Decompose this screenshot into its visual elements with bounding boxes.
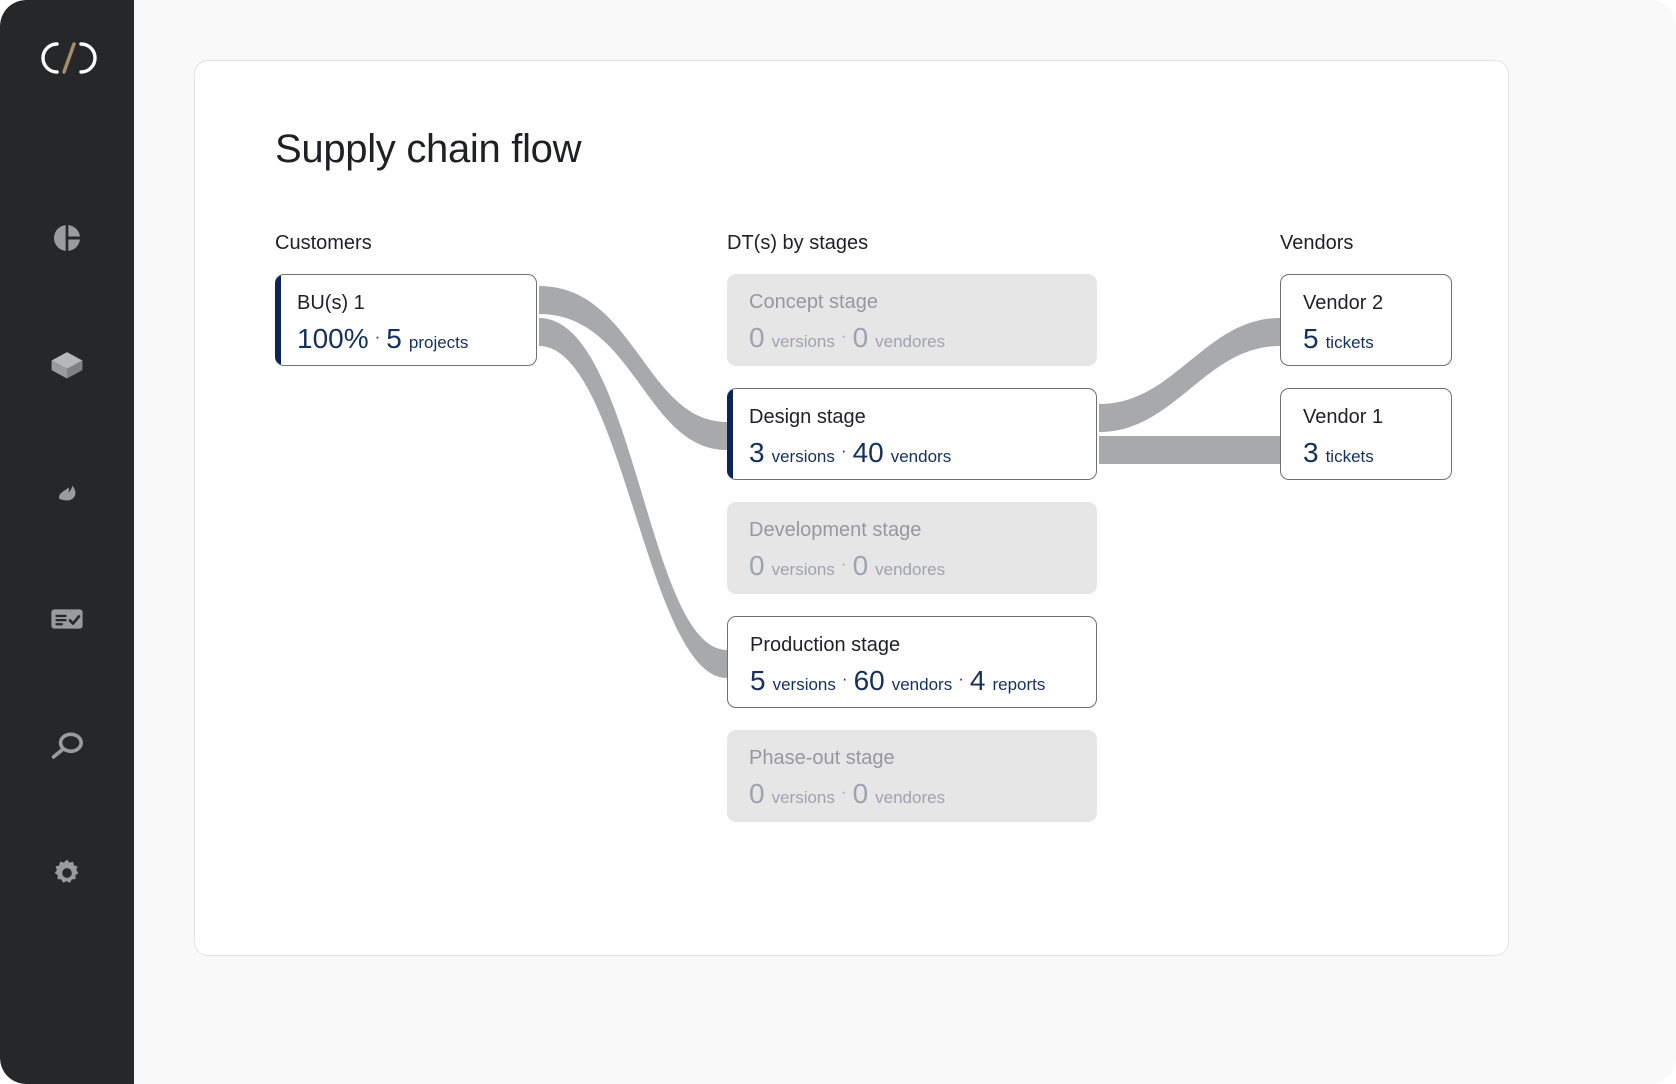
ribbon-bu1-to-production <box>539 318 727 678</box>
metric-label: tickets <box>1325 447 1374 466</box>
card-title: Vendor 2 <box>1303 292 1384 314</box>
metric-value: 5 <box>386 323 402 354</box>
stage-card-design[interactable]: Design stage 3 versions · 40 vendors <box>727 388 1097 480</box>
brand-logo[interactable] <box>31 30 103 86</box>
pie-chart-icon <box>50 221 84 255</box>
app-window: Supply chain flow Customers DT(s) by sta… <box>0 0 1676 1084</box>
ribbon-design-to-vendor2 <box>1099 318 1280 432</box>
metric-label: vendores <box>875 560 946 579</box>
box-3d-icon <box>49 348 85 382</box>
metric-separator: · <box>958 669 964 688</box>
column-header-vendors: Vendors <box>1280 232 1354 254</box>
metric-value: 0 <box>852 550 869 581</box>
card-title: Vendor 1 <box>1303 406 1384 428</box>
sidebar-item-trends[interactable] <box>28 428 106 555</box>
metric-value: 3 <box>1303 437 1319 468</box>
metric-label: tickets <box>1325 333 1374 352</box>
ribbon-design-to-vendor1 <box>1099 436 1280 464</box>
sidebar-item-settings[interactable] <box>28 809 106 936</box>
metric-label: versions <box>771 560 835 579</box>
metric-separator: · <box>840 326 847 345</box>
card-title: BU(s) 1 <box>297 292 365 314</box>
metric-separator: · <box>840 554 847 573</box>
metric-label: vendores <box>875 788 946 807</box>
search-icon <box>49 729 85 763</box>
metric-value: 60 <box>853 665 885 696</box>
card-metrics: 0 versions · 0 vendores <box>749 322 1077 354</box>
card-metrics: 0 versions · 0 vendores <box>749 550 1077 582</box>
metric-value: 0 <box>749 322 765 353</box>
card-title: Phase-out stage <box>749 747 895 769</box>
metric-label: vendors <box>891 675 953 694</box>
card-title: Design stage <box>749 406 866 428</box>
card-title: Development stage <box>749 519 922 541</box>
metric-separator: · <box>840 441 847 460</box>
card-metrics: 5 versions · 60 vendors · 4 reports <box>750 665 1076 697</box>
metric-value: 0 <box>852 322 869 353</box>
metric-value: 0 <box>749 778 765 809</box>
stage-card-concept: Concept stage 0 versions · 0 vendores <box>727 274 1097 366</box>
sidebar-item-search[interactable] <box>28 682 106 809</box>
metric-label: versions <box>772 675 836 694</box>
metric-label: versions <box>771 332 835 351</box>
metric-label: vendors <box>890 447 952 466</box>
card-metrics: 100% · 5 projects <box>297 323 516 355</box>
card-metrics: 3 versions · 40 vendors <box>749 437 1076 469</box>
customer-card-bu1[interactable]: BU(s) 1 100% · 5 projects <box>275 274 537 366</box>
metric-label: reports <box>992 675 1046 694</box>
sidebar-item-dashboard[interactable] <box>28 174 106 301</box>
vendor-card-vendor1[interactable]: Vendor 1 3 tickets <box>1280 388 1452 480</box>
page-title: Supply chain flow <box>275 127 582 171</box>
supply-chain-flow-diagram: Customers DT(s) by stages Vendors BU(s) <box>275 232 1475 852</box>
metric-value: 100% <box>297 323 369 354</box>
ribbon-bu1-to-design <box>539 286 727 450</box>
metric-label: versions <box>771 788 835 807</box>
card-title: Production stage <box>750 634 901 656</box>
metric-value: 0 <box>852 778 869 809</box>
card-metrics: 5 tickets <box>1303 323 1431 355</box>
metric-value: 4 <box>969 665 986 696</box>
metric-separator: · <box>841 669 848 688</box>
metric-value: 5 <box>750 665 766 696</box>
metric-label: versions <box>771 447 835 466</box>
metric-separator: · <box>840 782 847 801</box>
stage-card-phaseout: Phase-out stage 0 versions · 0 vendores <box>727 730 1097 822</box>
metric-value: 0 <box>749 550 765 581</box>
sidebar-nav <box>28 174 106 936</box>
metric-separator: · <box>374 327 381 346</box>
metric-value: 40 <box>852 437 884 468</box>
task-list-icon <box>49 604 85 634</box>
flame-icon <box>51 476 83 508</box>
sidebar <box>0 0 134 1084</box>
vendor-card-vendor2[interactable]: Vendor 2 5 tickets <box>1280 274 1452 366</box>
stage-card-production[interactable]: Production stage 5 versions · 60 vendors… <box>727 616 1097 708</box>
column-header-customers: Customers <box>275 232 372 254</box>
column-header-stages: DT(s) by stages <box>727 232 869 254</box>
sidebar-item-products[interactable] <box>28 301 106 428</box>
flow-panel: Supply chain flow Customers DT(s) by sta… <box>194 60 1509 956</box>
gear-icon <box>50 856 84 890</box>
card-title: Concept stage <box>749 291 878 313</box>
card-metrics: 3 tickets <box>1303 437 1431 469</box>
stage-card-development: Development stage 0 versions · 0 vendore… <box>727 502 1097 594</box>
metric-value: 3 <box>749 437 765 468</box>
metric-label: vendores <box>875 332 946 351</box>
metric-value: 5 <box>1303 323 1319 354</box>
sidebar-item-tasks[interactable] <box>28 555 106 682</box>
main-content: Supply chain flow Customers DT(s) by sta… <box>134 0 1676 1084</box>
card-metrics: 0 versions · 0 vendores <box>749 778 1077 810</box>
metric-label: projects <box>408 333 469 352</box>
